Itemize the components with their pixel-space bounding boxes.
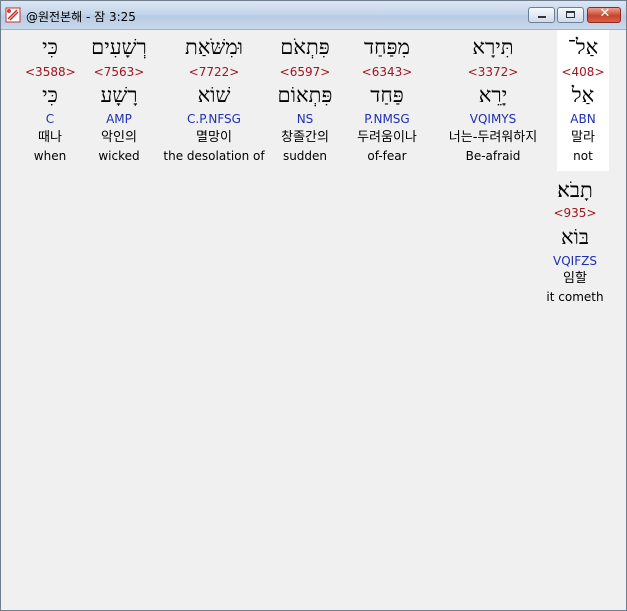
korean-gloss: 두려움이나	[357, 130, 417, 145]
strongs-number[interactable]: <3372>	[433, 65, 553, 79]
word-column[interactable]: רְשָׁעִים <7563> רָשָׁע AMP 악인의 wicked	[81, 30, 157, 171]
morph-code[interactable]: C.P.NFSG	[161, 112, 267, 126]
hebrew-word: אַל־	[567, 35, 599, 59]
korean-gloss: 멸망이	[196, 130, 232, 145]
strongs-number[interactable]: <7722>	[161, 65, 267, 79]
english-gloss: when	[33, 149, 67, 163]
strongs-number[interactable]: <6597>	[267, 65, 343, 79]
close-icon: ✕	[599, 6, 611, 21]
maximize-icon	[566, 11, 575, 18]
english-gloss: it cometh	[546, 290, 604, 304]
window-title: @원전본해 - 잠 3:25	[26, 10, 136, 24]
app-window: @원전본해 - 잠 3:25 ✕ אַל־ <408> אַל ABN 말라 n…	[0, 0, 627, 611]
strongs-number[interactable]: <3588>	[25, 65, 76, 79]
minimize-button[interactable]	[528, 7, 555, 23]
minimize-icon	[538, 16, 546, 18]
strongs-number[interactable]: <935>	[541, 206, 609, 220]
app-icon	[5, 7, 21, 23]
hebrew-lemma: פַּחַד	[370, 83, 404, 107]
english-gloss: Be-afraid	[465, 149, 521, 163]
word-column[interactable]: מִפַּחַד <6343> פַּחַד P.NMSG 두려움이나 of-f…	[345, 30, 429, 171]
word-column[interactable]: פִּתְאֹם <6597> פִּתְאוֹם NS 창졸간의 sudden	[267, 30, 343, 171]
english-gloss: wicked	[98, 149, 140, 163]
morph-code[interactable]: NS	[267, 112, 343, 126]
hebrew-lemma: בּוֹא	[560, 225, 590, 249]
hebrew-word: מִפַּחַד	[364, 35, 410, 59]
morph-code[interactable]: VQIFZS	[541, 254, 609, 268]
close-button[interactable]: ✕	[587, 6, 621, 23]
morph-code[interactable]: C	[25, 112, 75, 126]
korean-gloss: 임할	[563, 271, 587, 286]
hebrew-lemma: שׁוֹא	[197, 83, 231, 107]
hebrew-lemma: כִּי	[42, 83, 58, 107]
strongs-number[interactable]: <6343>	[345, 65, 429, 79]
interlinear-pane: אַל־ <408> אַל ABN 말라 not תִּירָא <3372>…	[1, 30, 626, 610]
hebrew-word: רְשָׁעִים	[91, 35, 147, 59]
morph-code[interactable]: P.NMSG	[345, 112, 429, 126]
word-column[interactable]: כִּי <3588> כִּי C 때나 when	[25, 30, 76, 171]
word-column[interactable]: אַל־ <408> אַל ABN 말라 not	[557, 30, 609, 171]
morph-code[interactable]: AMP	[81, 112, 157, 126]
hebrew-lemma: רָשָׁע	[100, 83, 138, 107]
english-gloss: of-fear	[367, 149, 407, 163]
korean-gloss: 때나	[38, 130, 62, 145]
korean-gloss: 창졸간의	[281, 130, 329, 145]
korean-gloss: 말라	[571, 130, 595, 145]
hebrew-lemma: פִּתְאוֹם	[277, 83, 333, 107]
maximize-button[interactable]	[557, 7, 584, 23]
morph-code[interactable]: ABN	[557, 112, 609, 126]
hebrew-word: וּמִשֹּׁאַת	[184, 35, 244, 59]
korean-gloss: 악인의	[101, 130, 137, 145]
hebrew-word: כִּי	[42, 35, 58, 59]
hebrew-lemma: יָרֵא	[478, 83, 508, 107]
hebrew-word: תִּירָא	[472, 35, 514, 59]
strongs-number[interactable]: <7563>	[81, 65, 157, 79]
hebrew-word: תָבֹא׃	[557, 178, 593, 202]
hebrew-lemma: אַל	[571, 83, 595, 107]
morph-code[interactable]: VQIMYS	[433, 112, 553, 126]
korean-gloss: 너는-두려워하지	[448, 130, 538, 145]
word-column[interactable]: תָבֹא׃ <935> בּוֹא VQIFZS 임할 it cometh	[541, 178, 609, 308]
hebrew-word: פִּתְאֹם	[280, 35, 330, 59]
english-gloss: not	[573, 149, 593, 163]
english-gloss: the desolation of	[163, 149, 265, 163]
strongs-number[interactable]: <408>	[557, 65, 609, 79]
english-gloss: sudden	[282, 149, 328, 163]
word-column[interactable]: תִּירָא <3372> יָרֵא VQIMYS 너는-두려워하지 Be-…	[433, 30, 553, 171]
title-bar[interactable]: @원전본해 - 잠 3:25 ✕	[1, 1, 626, 30]
word-column[interactable]: וּמִשֹּׁאַת <7722> שׁוֹא C.P.NFSG 멸망이 th…	[161, 30, 267, 171]
